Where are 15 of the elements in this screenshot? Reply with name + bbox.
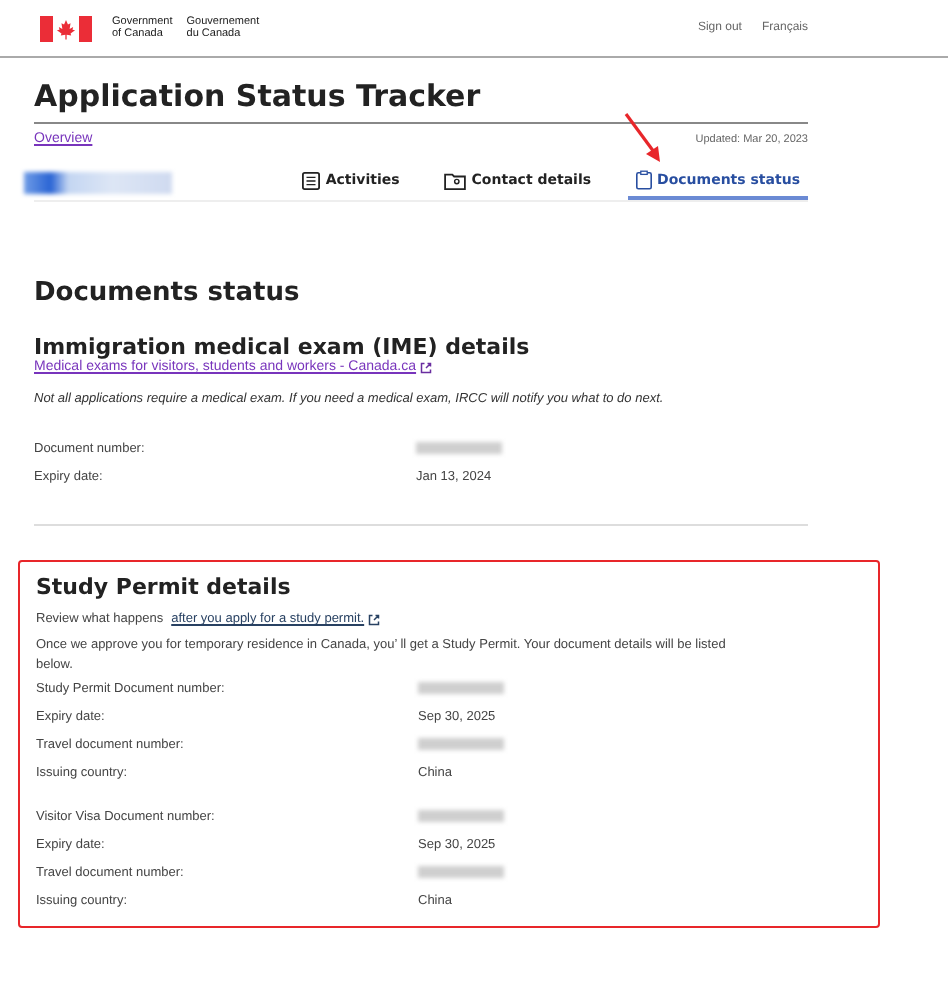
folder-icon	[443, 171, 466, 189]
external-link-icon	[368, 613, 381, 625]
redacted-value	[418, 682, 504, 694]
list-icon	[301, 171, 320, 189]
section-heading: Immigration medical exam (IME) details	[34, 334, 532, 360]
canada-flag-icon	[40, 15, 92, 41]
clipboard-icon	[635, 170, 652, 190]
section-heading: Documents status	[34, 278, 302, 308]
redacted-value	[418, 810, 504, 822]
redacted-value	[418, 866, 504, 878]
redacted-value	[418, 738, 504, 750]
section-heading: Study Permit details	[36, 574, 293, 600]
external-link-icon	[420, 361, 433, 373]
page-title: Application Status Tracker	[34, 78, 808, 124]
redacted-value	[416, 442, 502, 454]
